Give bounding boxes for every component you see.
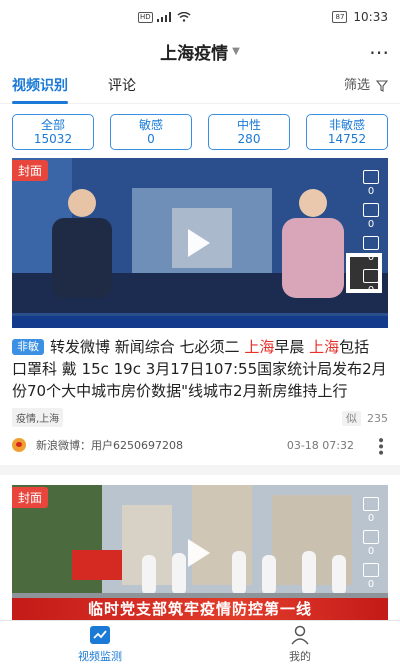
news-ticker <box>12 316 388 328</box>
publish-time: 03-18 07:32 <box>286 438 354 452</box>
similar-label: 似 <box>342 410 361 426</box>
stat-sensitive[interactable]: 敏感 0 <box>110 114 192 150</box>
video-thumbnail[interactable]: 封面 0 0 0 0 <box>12 158 388 328</box>
side-count: 0 <box>367 285 375 296</box>
card-divider <box>0 465 400 475</box>
source-text: 新浪微博：用户6250697208 <box>36 439 183 452</box>
copy-icon[interactable] <box>363 170 379 184</box>
share-icon[interactable] <box>363 530 379 544</box>
status-right: 87 10:33 <box>332 10 388 24</box>
nav-label: 视频监测 <box>78 649 122 663</box>
play-icon[interactable] <box>188 539 210 567</box>
sensitivity-tag: 非敏 <box>12 339 44 355</box>
stat-all[interactable]: 全部 15032 <box>12 114 94 150</box>
side-count: 0 <box>367 546 375 557</box>
user-profile-icon <box>291 625 309 644</box>
clock: 10:33 <box>353 10 388 24</box>
bottom-nav: 视频监测 我的 <box>0 620 400 667</box>
stat-value: 15032 <box>33 132 73 146</box>
filter-label: 筛选 <box>343 78 370 93</box>
video-card[interactable]: 封面 0 0 0 0 非敏 转发微博 新闻综合 七必须二 上海早晨 上海包括 口罩… <box>0 158 400 455</box>
keyword-highlight: 上海 <box>244 338 275 356</box>
status-bar: HD 87 10:33 <box>0 0 400 34</box>
headline-text: 早晨 <box>274 338 310 356</box>
app-header: 上海疫情 ▼ ⋯ <box>0 34 400 68</box>
battery-level: 87 <box>332 11 348 23</box>
side-count: 0 <box>367 579 375 590</box>
weibo-icon <box>12 438 26 452</box>
stat-value: 14752 <box>327 132 367 146</box>
video-side-actions: 0 0 0 0 <box>358 166 384 296</box>
similar-count[interactable]: 似 235 <box>342 410 388 426</box>
nav-mine[interactable]: 我的 <box>200 621 400 667</box>
more-vertical-icon[interactable]: ••• <box>372 436 388 455</box>
card-meta: 疫情,上海 似 235 <box>12 408 388 427</box>
headline-text: 转发微博 新闻综合 七必须二 <box>50 338 245 356</box>
download-icon[interactable] <box>363 563 379 577</box>
nav-label: 我的 <box>289 649 311 663</box>
status-left: HD <box>138 11 191 23</box>
chevron-down-icon[interactable]: ▼ <box>232 46 240 57</box>
tab-bar: 视频识别 评论 筛选 <box>0 68 400 104</box>
download-icon[interactable] <box>363 236 379 250</box>
stat-non-sensitive[interactable]: 非敏感 14752 <box>306 114 388 150</box>
video-side-actions: 0 0 0 <box>358 493 384 590</box>
stat-label: 中性 <box>236 118 261 132</box>
stat-label: 非敏感 <box>328 118 365 132</box>
more-horizontal-icon[interactable]: ⋯ <box>369 40 390 64</box>
page-title[interactable]: 上海疫情 <box>160 39 228 64</box>
stats-row: 全部 15032 敏感 0 中性 280 非敏感 14752 <box>0 104 400 158</box>
side-count: 0 <box>367 252 375 263</box>
video-card[interactable]: 封面 0 0 0 临时党支部筑牢疫情防控第一线 <box>0 485 400 620</box>
similar-value: 235 <box>367 411 388 425</box>
keywords-tag: 疫情,上海 <box>12 408 64 427</box>
video-caption-banner: 临时党支部筑牢疫情防控第一线 <box>12 598 388 620</box>
video-thumbnail[interactable]: 封面 0 0 0 临时党支部筑牢疫情防控第一线 <box>12 485 388 620</box>
signal-icon <box>156 12 171 22</box>
card-source-row: 新浪微博：用户6250697208 03-18 07:32 ••• <box>12 435 388 455</box>
tab-video-recognition[interactable]: 视频识别 <box>12 68 68 104</box>
cover-badge: 封面 <box>12 160 49 181</box>
filter-funnel-icon <box>376 80 388 92</box>
stat-label: 全部 <box>40 118 65 132</box>
cover-badge: 封面 <box>12 487 49 508</box>
network-type: HD <box>138 11 153 23</box>
headline[interactable]: 非敏 转发微博 新闻综合 七必须二 上海早晨 上海包括 口罩科 戴 15c 19c… <box>12 336 388 402</box>
monitor-chart-icon <box>90 625 110 644</box>
filter-button[interactable]: 筛选 <box>344 68 388 104</box>
share-icon[interactable] <box>363 203 379 217</box>
copy-icon[interactable] <box>363 497 379 511</box>
stat-neutral[interactable]: 中性 280 <box>208 114 290 150</box>
play-icon[interactable] <box>188 229 210 257</box>
side-count: 0 <box>367 219 375 230</box>
tab-comments[interactable]: 评论 <box>108 68 136 104</box>
side-count: 0 <box>367 513 375 524</box>
nav-video-monitor[interactable]: 视频监测 <box>0 621 200 667</box>
keyword-highlight: 上海 <box>309 338 340 356</box>
stat-label: 敏感 <box>138 118 163 132</box>
qr-icon[interactable] <box>363 269 379 283</box>
side-count: 0 <box>367 186 375 197</box>
wifi-icon <box>177 12 191 22</box>
stat-value: 280 <box>237 132 261 146</box>
stat-value: 0 <box>147 132 155 146</box>
